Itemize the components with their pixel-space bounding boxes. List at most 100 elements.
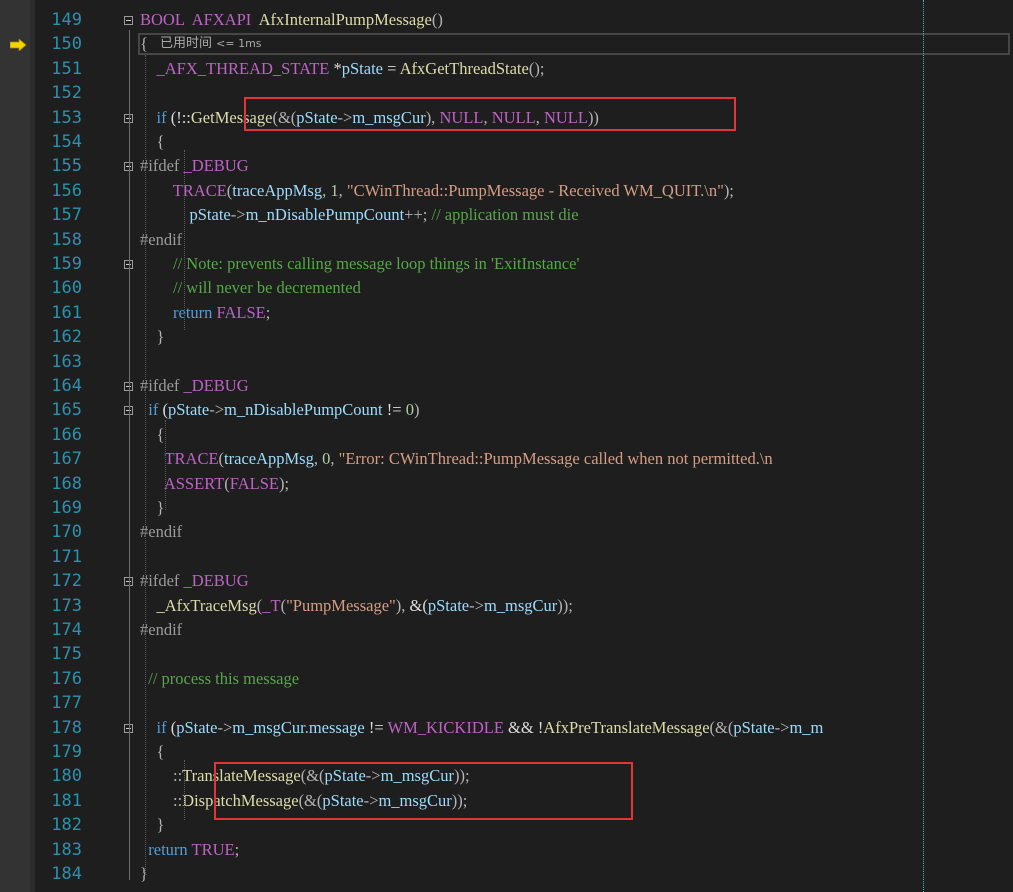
code-line[interactable]: 172 #ifdef _DEBUG <box>0 569 1013 593</box>
line-number[interactable]: 170 <box>30 520 82 544</box>
line-number[interactable]: 152 <box>30 81 82 105</box>
code-text[interactable]: TRACE(traceAppMsg, 1, "CWinThread::PumpM… <box>140 179 734 203</box>
code-line[interactable]: 167 TRACE(traceAppMsg, 0, "Error: CWinTh… <box>0 447 1013 471</box>
code-text[interactable]: #ifdef _DEBUG <box>140 374 249 398</box>
line-number[interactable]: 166 <box>30 423 82 447</box>
line-number[interactable]: 176 <box>30 667 82 691</box>
code-text[interactable]: } <box>140 496 165 520</box>
code-text[interactable]: #ifdef _DEBUG <box>140 569 249 593</box>
code-line[interactable]: 166 { <box>0 423 1013 447</box>
code-editor[interactable]: 149 BOOL AFXAPI AfxInternalPumpMessage() 1… <box>0 0 1013 892</box>
line-number[interactable]: 171 <box>30 545 82 569</box>
line-number[interactable]: 181 <box>30 789 82 813</box>
line-number[interactable]: 153 <box>30 106 82 130</box>
code-text[interactable]: if (pState->m_nDisablePumpCount != 0) <box>140 398 419 422</box>
code-line[interactable]: 154 { <box>0 130 1013 154</box>
code-text[interactable]: TRACE(traceAppMsg, 0, "Error: CWinThread… <box>140 447 772 471</box>
code-line[interactable]: 169 } <box>0 496 1013 520</box>
line-number[interactable]: 167 <box>30 447 82 471</box>
line-number[interactable]: 164 <box>30 374 82 398</box>
code-line[interactable]: 184} <box>0 862 1013 886</box>
code-text[interactable]: } <box>140 325 165 349</box>
code-line[interactable]: 160 // will never be decremented <box>0 276 1013 300</box>
line-number[interactable]: 172 <box>30 569 82 593</box>
line-number[interactable]: 151 <box>30 57 82 81</box>
code-text[interactable]: { <box>140 423 165 447</box>
line-number[interactable]: 160 <box>30 276 82 300</box>
code-line[interactable]: 151 _AFX_THREAD_STATE *pState = AfxGetTh… <box>0 57 1013 81</box>
perf-tip-value: <= 1ms <box>216 37 262 50</box>
code-line[interactable]: 170 #endif <box>0 520 1013 544</box>
line-number[interactable]: 180 <box>30 764 82 788</box>
code-text[interactable]: ASSERT(FALSE); <box>140 472 289 496</box>
line-number[interactable]: 183 <box>30 838 82 862</box>
code-text[interactable]: return FALSE; <box>140 301 270 325</box>
line-number[interactable]: 163 <box>30 350 82 374</box>
line-number[interactable]: 184 <box>30 862 82 886</box>
code-line[interactable]: 174 #endif <box>0 618 1013 642</box>
code-line[interactable]: 157 pState->m_nDisablePumpCount++; // ap… <box>0 203 1013 227</box>
code-line[interactable]: 155 #ifdef _DEBUG <box>0 154 1013 178</box>
code-line[interactable]: 173 _AfxTraceMsg(_T("PumpMessage"), &(pS… <box>0 594 1013 618</box>
code-line[interactable]: 164 #ifdef _DEBUG <box>0 374 1013 398</box>
code-token: (!:: <box>166 107 191 127</box>
code-line[interactable]: 156 TRACE(traceAppMsg, 1, "CWinThread::P… <box>0 179 1013 203</box>
code-text[interactable]: // will never be decremented <box>140 276 361 300</box>
code-line[interactable]: 175 <box>0 642 1013 666</box>
perf-tip[interactable]: 已用时间 <= 1ms <box>160 35 262 53</box>
line-number[interactable]: 179 <box>30 740 82 764</box>
line-number[interactable]: 178 <box>30 716 82 740</box>
line-number[interactable]: 174 <box>30 618 82 642</box>
collapse-toggle-icon[interactable] <box>124 16 133 25</box>
code-line[interactable]: 149 BOOL AFXAPI AfxInternalPumpMessage() <box>0 8 1013 32</box>
code-text[interactable]: // process this message <box>140 667 299 691</box>
code-text[interactable]: { <box>140 740 165 764</box>
code-text[interactable]: BOOL AFXAPI AfxInternalPumpMessage() <box>140 8 443 32</box>
code-text[interactable]: #ifdef _DEBUG <box>140 154 249 178</box>
code-text[interactable]: { <box>140 130 165 154</box>
code-text[interactable]: _AfxTraceMsg(_T("PumpMessage"), &(pState… <box>140 594 573 618</box>
code-line[interactable]: 178 if (pState->m_msgCur.message != WM_K… <box>0 716 1013 740</box>
line-number[interactable]: 158 <box>30 228 82 252</box>
line-number[interactable]: 159 <box>30 252 82 276</box>
line-number[interactable]: 154 <box>30 130 82 154</box>
code-text[interactable]: } <box>140 813 165 837</box>
code-line[interactable]: 179 { <box>0 740 1013 764</box>
code-text[interactable]: // Note: prevents calling message loop t… <box>140 252 579 276</box>
line-number[interactable]: 182 <box>30 813 82 837</box>
code-line[interactable]: 162 } <box>0 325 1013 349</box>
line-number[interactable]: 156 <box>30 179 82 203</box>
line-number[interactable]: 169 <box>30 496 82 520</box>
code-text[interactable]: } <box>140 862 148 886</box>
code-line[interactable]: 163 <box>0 350 1013 374</box>
code-text[interactable]: pState->m_nDisablePumpCount++; // applic… <box>140 203 579 227</box>
line-number[interactable]: 161 <box>30 301 82 325</box>
line-number[interactable]: 173 <box>30 594 82 618</box>
fold-region-line <box>129 30 130 880</box>
code-text[interactable]: #endif <box>140 520 182 544</box>
code-line[interactable]: 168 ASSERT(FALSE); <box>0 472 1013 496</box>
code-token: } <box>156 327 165 347</box>
code-text[interactable]: if (pState->m_msgCur.message != WM_KICKI… <box>140 716 824 740</box>
code-line[interactable]: 165 if (pState->m_nDisablePumpCount != 0… <box>0 398 1013 422</box>
line-number[interactable]: 168 <box>30 472 82 496</box>
code-line[interactable]: 161 return FALSE; <box>0 301 1013 325</box>
code-line[interactable]: 176 // process this message <box>0 667 1013 691</box>
code-text[interactable]: #endif <box>140 618 182 642</box>
code-line[interactable]: 177 <box>0 691 1013 715</box>
code-line[interactable]: 158 #endif <box>0 228 1013 252</box>
code-line[interactable]: 183 return TRUE; <box>0 838 1013 862</box>
code-text[interactable]: _AFX_THREAD_STATE *pState = AfxGetThread… <box>140 57 545 81</box>
line-number[interactable]: 150 <box>30 32 82 56</box>
line-number[interactable]: 149 <box>30 8 82 32</box>
line-number[interactable]: 165 <box>30 398 82 422</box>
line-number[interactable]: 155 <box>30 154 82 178</box>
code-line[interactable]: 159 // Note: prevents calling message lo… <box>0 252 1013 276</box>
code-text[interactable]: return TRUE; <box>140 838 239 862</box>
code-line[interactable]: 171 <box>0 545 1013 569</box>
code-text[interactable]: #endif <box>140 228 182 252</box>
line-number[interactable]: 157 <box>30 203 82 227</box>
line-number[interactable]: 177 <box>30 691 82 715</box>
line-number[interactable]: 162 <box>30 325 82 349</box>
line-number[interactable]: 175 <box>30 642 82 666</box>
